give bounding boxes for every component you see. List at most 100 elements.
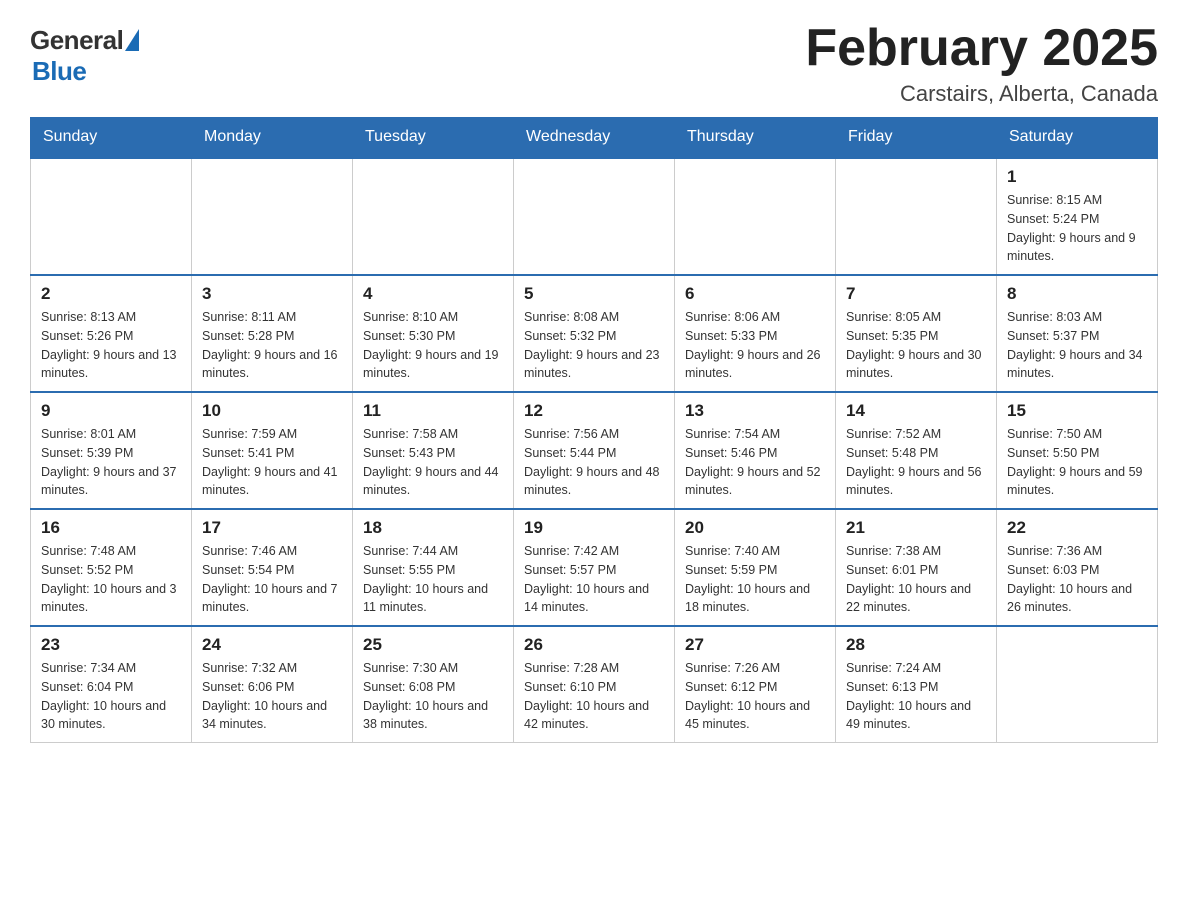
month-title: February 2025: [805, 20, 1158, 77]
calendar-cell: 10 Sunrise: 7:59 AM Sunset: 5:41 PM Dayli…: [192, 392, 353, 509]
day-header-wednesday: Wednesday: [514, 118, 675, 158]
logo: General Blue: [30, 20, 139, 87]
title-section: February 2025 Carstairs, Alberta, Canada: [805, 20, 1158, 107]
calendar-cell: 16 Sunrise: 7:48 AM Sunset: 5:52 PM Dayli…: [31, 509, 192, 626]
calendar-cell: 8 Sunrise: 8:03 AM Sunset: 5:37 PM Daylig…: [997, 275, 1158, 392]
calendar-week-row: 16 Sunrise: 7:48 AM Sunset: 5:52 PM Dayli…: [31, 509, 1158, 626]
day-number: 9: [41, 401, 181, 421]
day-info: Sunrise: 7:30 AM Sunset: 6:08 PM Dayligh…: [363, 659, 503, 734]
day-number: 7: [846, 284, 986, 304]
day-info: Sunrise: 7:28 AM Sunset: 6:10 PM Dayligh…: [524, 659, 664, 734]
calendar-cell: 23 Sunrise: 7:34 AM Sunset: 6:04 PM Dayli…: [31, 626, 192, 743]
day-number: 1: [1007, 167, 1147, 187]
calendar-cell: 7 Sunrise: 8:05 AM Sunset: 5:35 PM Daylig…: [836, 275, 997, 392]
calendar-cell: 5 Sunrise: 8:08 AM Sunset: 5:32 PM Daylig…: [514, 275, 675, 392]
day-info: Sunrise: 8:08 AM Sunset: 5:32 PM Dayligh…: [524, 308, 664, 383]
day-number: 22: [1007, 518, 1147, 538]
day-number: 20: [685, 518, 825, 538]
logo-triangle-icon: [125, 29, 139, 51]
calendar-cell: 19 Sunrise: 7:42 AM Sunset: 5:57 PM Dayli…: [514, 509, 675, 626]
day-info: Sunrise: 8:01 AM Sunset: 5:39 PM Dayligh…: [41, 425, 181, 500]
calendar-cell: 22 Sunrise: 7:36 AM Sunset: 6:03 PM Dayli…: [997, 509, 1158, 626]
day-info: Sunrise: 8:13 AM Sunset: 5:26 PM Dayligh…: [41, 308, 181, 383]
day-number: 2: [41, 284, 181, 304]
day-number: 10: [202, 401, 342, 421]
calendar-cell: [836, 158, 997, 276]
calendar-cell: [353, 158, 514, 276]
day-info: Sunrise: 8:15 AM Sunset: 5:24 PM Dayligh…: [1007, 191, 1147, 266]
calendar-cell: 17 Sunrise: 7:46 AM Sunset: 5:54 PM Dayli…: [192, 509, 353, 626]
calendar-cell: 15 Sunrise: 7:50 AM Sunset: 5:50 PM Dayli…: [997, 392, 1158, 509]
day-info: Sunrise: 7:34 AM Sunset: 6:04 PM Dayligh…: [41, 659, 181, 734]
calendar-header-row: SundayMondayTuesdayWednesdayThursdayFrid…: [31, 118, 1158, 158]
day-number: 25: [363, 635, 503, 655]
day-number: 6: [685, 284, 825, 304]
day-number: 5: [524, 284, 664, 304]
day-info: Sunrise: 7:46 AM Sunset: 5:54 PM Dayligh…: [202, 542, 342, 617]
calendar-cell: 28 Sunrise: 7:24 AM Sunset: 6:13 PM Dayli…: [836, 626, 997, 743]
day-number: 18: [363, 518, 503, 538]
day-number: 4: [363, 284, 503, 304]
day-header-sunday: Sunday: [31, 118, 192, 158]
day-info: Sunrise: 8:11 AM Sunset: 5:28 PM Dayligh…: [202, 308, 342, 383]
day-info: Sunrise: 7:50 AM Sunset: 5:50 PM Dayligh…: [1007, 425, 1147, 500]
day-number: 26: [524, 635, 664, 655]
day-number: 23: [41, 635, 181, 655]
calendar-cell: 4 Sunrise: 8:10 AM Sunset: 5:30 PM Daylig…: [353, 275, 514, 392]
day-number: 27: [685, 635, 825, 655]
day-info: Sunrise: 7:58 AM Sunset: 5:43 PM Dayligh…: [363, 425, 503, 500]
calendar-cell: 20 Sunrise: 7:40 AM Sunset: 5:59 PM Dayli…: [675, 509, 836, 626]
calendar-cell: 9 Sunrise: 8:01 AM Sunset: 5:39 PM Daylig…: [31, 392, 192, 509]
calendar-cell: 18 Sunrise: 7:44 AM Sunset: 5:55 PM Dayli…: [353, 509, 514, 626]
calendar-cell: 6 Sunrise: 8:06 AM Sunset: 5:33 PM Daylig…: [675, 275, 836, 392]
day-info: Sunrise: 7:44 AM Sunset: 5:55 PM Dayligh…: [363, 542, 503, 617]
day-header-friday: Friday: [836, 118, 997, 158]
day-number: 16: [41, 518, 181, 538]
day-info: Sunrise: 8:05 AM Sunset: 5:35 PM Dayligh…: [846, 308, 986, 383]
day-number: 24: [202, 635, 342, 655]
day-info: Sunrise: 7:54 AM Sunset: 5:46 PM Dayligh…: [685, 425, 825, 500]
location: Carstairs, Alberta, Canada: [805, 81, 1158, 107]
day-number: 14: [846, 401, 986, 421]
calendar-cell: 27 Sunrise: 7:26 AM Sunset: 6:12 PM Dayli…: [675, 626, 836, 743]
calendar-cell: [192, 158, 353, 276]
day-number: 28: [846, 635, 986, 655]
day-info: Sunrise: 7:40 AM Sunset: 5:59 PM Dayligh…: [685, 542, 825, 617]
day-number: 3: [202, 284, 342, 304]
calendar-cell: 26 Sunrise: 7:28 AM Sunset: 6:10 PM Dayli…: [514, 626, 675, 743]
day-number: 17: [202, 518, 342, 538]
day-info: Sunrise: 8:06 AM Sunset: 5:33 PM Dayligh…: [685, 308, 825, 383]
calendar-cell: 13 Sunrise: 7:54 AM Sunset: 5:46 PM Dayli…: [675, 392, 836, 509]
page-header: General Blue February 2025 Carstairs, Al…: [30, 20, 1158, 107]
day-info: Sunrise: 7:26 AM Sunset: 6:12 PM Dayligh…: [685, 659, 825, 734]
calendar-cell: 11 Sunrise: 7:58 AM Sunset: 5:43 PM Dayli…: [353, 392, 514, 509]
calendar-cell: 3 Sunrise: 8:11 AM Sunset: 5:28 PM Daylig…: [192, 275, 353, 392]
day-info: Sunrise: 8:10 AM Sunset: 5:30 PM Dayligh…: [363, 308, 503, 383]
calendar-cell: [514, 158, 675, 276]
day-number: 19: [524, 518, 664, 538]
calendar-cell: [31, 158, 192, 276]
calendar-week-row: 1 Sunrise: 8:15 AM Sunset: 5:24 PM Daylig…: [31, 158, 1158, 276]
day-number: 15: [1007, 401, 1147, 421]
calendar-week-row: 2 Sunrise: 8:13 AM Sunset: 5:26 PM Daylig…: [31, 275, 1158, 392]
calendar-cell: 21Sunrise: 7:38 AM Sunset: 6:01 PM Dayli…: [836, 509, 997, 626]
day-number: 21: [846, 518, 986, 538]
day-number: 11: [363, 401, 503, 421]
day-info: Sunrise: 7:24 AM Sunset: 6:13 PM Dayligh…: [846, 659, 986, 734]
day-info: Sunrise: 7:59 AM Sunset: 5:41 PM Dayligh…: [202, 425, 342, 500]
day-info: Sunrise: 7:36 AM Sunset: 6:03 PM Dayligh…: [1007, 542, 1147, 617]
calendar-cell: 12 Sunrise: 7:56 AM Sunset: 5:44 PM Dayli…: [514, 392, 675, 509]
calendar-cell: [675, 158, 836, 276]
day-header-saturday: Saturday: [997, 118, 1158, 158]
day-info: Sunrise: 7:32 AM Sunset: 6:06 PM Dayligh…: [202, 659, 342, 734]
day-info: Sunrise: 7:56 AM Sunset: 5:44 PM Dayligh…: [524, 425, 664, 500]
calendar-cell: 25 Sunrise: 7:30 AM Sunset: 6:08 PM Dayli…: [353, 626, 514, 743]
day-number: 8: [1007, 284, 1147, 304]
day-number: 13: [685, 401, 825, 421]
day-info: Sunrise: 8:03 AM Sunset: 5:37 PM Dayligh…: [1007, 308, 1147, 383]
day-info: Sunrise: 7:42 AM Sunset: 5:57 PM Dayligh…: [524, 542, 664, 617]
day-info: Sunrise: 7:48 AM Sunset: 5:52 PM Dayligh…: [41, 542, 181, 617]
calendar-table: SundayMondayTuesdayWednesdayThursdayFrid…: [30, 117, 1158, 743]
day-number: 12: [524, 401, 664, 421]
calendar-cell: 14Sunrise: 7:52 AM Sunset: 5:48 PM Dayli…: [836, 392, 997, 509]
